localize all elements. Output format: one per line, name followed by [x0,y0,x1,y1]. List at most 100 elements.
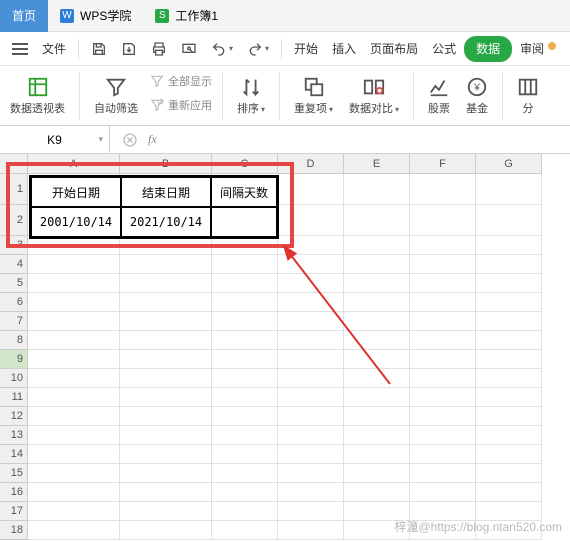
col-header-f[interactable]: F [410,154,476,174]
cell[interactable] [278,331,344,350]
cell[interactable] [278,312,344,331]
ribbon-reapply[interactable]: 重新应用 [150,94,212,116]
cell[interactable] [476,388,542,407]
row-header-11[interactable]: 11 [0,388,28,407]
cell[interactable] [28,464,120,483]
cell[interactable] [120,274,212,293]
cell[interactable] [212,483,278,502]
cell[interactable] [476,255,542,274]
cell[interactable] [344,205,410,236]
cell[interactable] [212,502,278,521]
cell[interactable] [410,483,476,502]
cell[interactable] [410,205,476,236]
cell[interactable] [410,388,476,407]
cell[interactable] [28,426,120,445]
cell[interactable] [28,331,120,350]
tab-home[interactable]: 首页 [0,0,48,32]
cells-area[interactable] [28,174,542,540]
cell[interactable] [410,255,476,274]
cell[interactable] [278,236,344,255]
menu-data[interactable]: 数据 [464,36,512,62]
cell[interactable] [212,426,278,445]
cell[interactable] [120,331,212,350]
cell[interactable] [410,236,476,255]
cell[interactable] [344,350,410,369]
row-header-6[interactable]: 6 [0,293,28,312]
print-preview-button[interactable] [175,36,203,62]
cell[interactable] [278,483,344,502]
cell[interactable] [120,174,212,205]
cell[interactable] [344,369,410,388]
cell[interactable] [28,483,120,502]
cell[interactable] [344,274,410,293]
select-all-corner[interactable] [0,154,28,174]
menu-file[interactable]: 文件 [36,36,72,62]
cell[interactable] [28,388,120,407]
cell[interactable] [410,350,476,369]
col-header-g[interactable]: G [476,154,542,174]
row-header-17[interactable]: 17 [0,502,28,521]
cell[interactable] [410,312,476,331]
app-menu-button[interactable] [6,36,34,62]
cell[interactable] [212,521,278,540]
cell[interactable] [278,502,344,521]
cell[interactable] [476,350,542,369]
cell[interactable] [28,407,120,426]
cell[interactable] [212,236,278,255]
cell[interactable] [476,236,542,255]
cell[interactable] [278,521,344,540]
cell[interactable] [28,293,120,312]
cell[interactable] [120,521,212,540]
cell[interactable] [410,464,476,483]
cell[interactable] [344,331,410,350]
cell[interactable] [120,255,212,274]
cell[interactable] [278,205,344,236]
cell[interactable] [28,369,120,388]
cell[interactable] [28,521,120,540]
cell[interactable] [212,205,278,236]
cell[interactable] [410,293,476,312]
cell[interactable] [120,388,212,407]
row-header-14[interactable]: 14 [0,445,28,464]
cell[interactable] [120,312,212,331]
save-button[interactable] [85,36,113,62]
menu-start[interactable]: 开始 [288,36,324,62]
cell[interactable] [212,255,278,274]
cell[interactable] [410,331,476,350]
cell[interactable] [278,293,344,312]
cell[interactable] [28,255,120,274]
cell[interactable] [476,331,542,350]
cell[interactable] [28,205,120,236]
menu-formula[interactable]: 公式 [426,36,462,62]
cell[interactable] [344,174,410,205]
cell[interactable] [344,312,410,331]
ribbon-pivot-table[interactable]: 数据透视表 [6,70,69,122]
cell[interactable] [120,205,212,236]
fx-icon[interactable]: fx [148,132,157,147]
cell[interactable] [410,426,476,445]
cell[interactable] [476,369,542,388]
ribbon-dedupe[interactable]: 重复项▾ [290,70,337,122]
row-header-9[interactable]: 9 [0,350,28,369]
cell[interactable] [212,350,278,369]
row-header-16[interactable]: 16 [0,483,28,502]
undo-button[interactable]: ▾ [205,36,239,62]
cell[interactable] [212,312,278,331]
cell[interactable] [278,274,344,293]
row-header-12[interactable]: 12 [0,407,28,426]
col-header-b[interactable]: B [120,154,212,174]
row-header-7[interactable]: 7 [0,312,28,331]
cell[interactable] [120,445,212,464]
cell[interactable] [278,407,344,426]
tab-workbook1[interactable]: S 工作簿1 [143,0,230,32]
cell[interactable] [344,464,410,483]
cell[interactable] [120,236,212,255]
cell-grid[interactable]: A B C D E F G 12345678910111213141516171… [0,154,570,540]
cell[interactable] [476,445,542,464]
cell[interactable] [120,407,212,426]
name-box[interactable]: ▾ [0,126,110,153]
cell[interactable] [476,274,542,293]
cell[interactable] [476,205,542,236]
cell[interactable] [278,388,344,407]
ribbon-autofilter[interactable]: 自动筛选 [90,70,142,122]
